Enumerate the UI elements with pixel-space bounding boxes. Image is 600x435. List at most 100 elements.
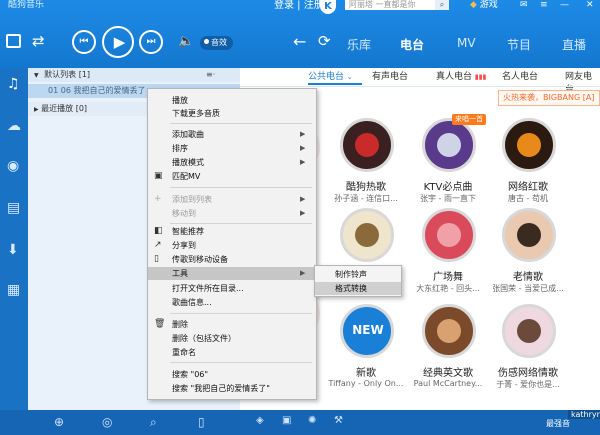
radio-card[interactable]: 酷狗热歌 孙子涵 - 连信口...: [326, 118, 406, 208]
menu-item-search-number[interactable]: 搜索 "06": [148, 368, 316, 381]
gamepad-icon: ◆: [470, 0, 477, 10]
next-button[interactable]: ⏭: [139, 30, 163, 54]
refresh-icon[interactable]: ⟳: [318, 32, 331, 50]
subtab-celebrity-radio[interactable]: 名人电台: [502, 69, 538, 82]
menu-item-delete-with-file[interactable]: 删除（包括文件）: [148, 332, 316, 345]
radio-card[interactable]: 伤感网络情歌 于菁 - 爱你也是...: [488, 304, 568, 394]
search-icon[interactable]: ⌕: [150, 415, 157, 430]
sound-effect-toggle[interactable]: 音效: [200, 36, 233, 50]
menu-item-rename[interactable]: 重命名: [148, 346, 316, 359]
menu-item-song-info[interactable]: 歌曲信息...: [148, 296, 316, 309]
radio-badge: 来唱一首: [452, 114, 486, 125]
menu-item-share-label: 分享到: [172, 241, 196, 250]
submenu-arrow-icon: ▶: [300, 209, 306, 217]
menu-icon[interactable]: ≡: [540, 0, 548, 10]
radio-card[interactable]: 广场舞 大东红艳 - 回头...: [408, 208, 488, 298]
menu-item-add-song[interactable]: 添加歌曲 ▶: [148, 128, 316, 141]
chevron-down-icon: ⌄: [346, 73, 353, 81]
status-text: 最强音: [546, 419, 570, 428]
music-note-icon[interactable]: ♫: [7, 76, 20, 92]
menu-item-add-to-list[interactable]: + 添加到列表 ▶: [148, 193, 316, 206]
menu-item-smart-recommend[interactable]: ◧ 智能推荐: [148, 225, 316, 238]
back-icon[interactable]: ←: [293, 32, 306, 51]
bottom-bar: ⊕ ◎ ⌕ ▯ ◈ ▣ ✺ ⚒ 最强音 kathryn: [0, 410, 600, 435]
submenu-arrow-icon: ▶: [300, 269, 306, 277]
menu-item-smart-recommend-label: 智能推荐: [172, 227, 204, 236]
close-icon[interactable]: ✕: [586, 0, 594, 10]
top-bar: 酷狗音乐 ⇄ ⏮ ▶ ⏭ 🔈 音效 登录 | 注册 K 阿丽塔 一直都是你 ⌕ …: [0, 0, 600, 68]
tab-programs[interactable]: 节目: [507, 36, 531, 53]
menu-separator: [170, 187, 312, 188]
menu-item-open-folder[interactable]: 打开文件所在目录...: [148, 282, 316, 295]
game-link[interactable]: ◆ 游戏: [470, 0, 498, 10]
subtab-audio-radio[interactable]: 有声电台: [372, 69, 408, 82]
search-icon[interactable]: ⌕: [435, 0, 449, 10]
menu-item-play-mode-label: 播放模式: [172, 158, 204, 167]
radio-name: 酷狗热歌: [346, 182, 386, 193]
tab-library[interactable]: 乐库: [347, 36, 371, 53]
loop-icon[interactable]: ⇄: [32, 32, 45, 50]
share-icon: ↗: [154, 240, 162, 250]
volume-icon[interactable]: 🔈: [178, 34, 194, 49]
menu-item-search-title[interactable]: 搜索 "我把自己的爱情丢了": [148, 382, 316, 395]
message-icon[interactable]: ✉: [520, 0, 528, 10]
radio-card[interactable]: 来唱一首 KTV必点曲 张宇 - 雨一直下: [408, 114, 488, 208]
tab-live[interactable]: 直播: [562, 36, 586, 53]
subtab-public-radio[interactable]: 公共电台 ⌄: [308, 69, 353, 82]
default-list-header[interactable]: ▼ 默认列表 [1] ≡·: [28, 68, 240, 82]
phone-icon[interactable]: ▯: [198, 415, 205, 429]
menu-item-play-mode[interactable]: 播放模式 ▶: [148, 156, 316, 169]
radio-subtitle: 孙子涵 - 连信口...: [334, 194, 398, 203]
menu-item-play[interactable]: 播放: [148, 94, 316, 107]
tools-icon[interactable]: ⚒: [334, 415, 343, 426]
radio-subtitle: Tiffany - Only On...: [328, 379, 404, 388]
search-input[interactable]: 阿丽塔 一直都是你: [345, 0, 435, 10]
cloud-icon[interactable]: ☁: [7, 118, 21, 134]
trash-icon: 🗑: [154, 319, 166, 329]
tab-radio[interactable]: 电台: [400, 36, 424, 53]
menu-item-move-to[interactable]: 移动到 ▶: [148, 207, 316, 220]
menu-item-share[interactable]: ↗ 分享到: [148, 239, 316, 252]
menu-item-move-to-label: 移动到: [172, 209, 196, 218]
menu-item-sort[interactable]: 排序 ▶: [148, 142, 316, 155]
menu-item-send-to-device[interactable]: ▯ 传歌到移动设备: [148, 253, 316, 266]
submenu-item-make-ringtone[interactable]: 制作铃声: [315, 268, 401, 281]
sun-icon[interactable]: ✺: [308, 415, 316, 426]
grid-icon[interactable]: ▦: [7, 282, 20, 298]
download-icon[interactable]: ⬇: [7, 242, 19, 258]
submenu-arrow-icon: ▶: [300, 144, 306, 152]
context-menu: 播放 下载更多音质 添加歌曲 ▶ 排序 ▶ 播放模式 ▶ ▣ 匹配MV + 添加到列表 ▶ …: [147, 88, 317, 400]
add-icon[interactable]: ⊕: [54, 415, 64, 429]
menu-item-tools[interactable]: 工具 ▶: [148, 267, 316, 280]
menu-item-match-mv[interactable]: ▣ 匹配MV: [148, 170, 316, 183]
radio-card[interactable]: 网络红歌 唐古 - 苟机: [488, 118, 568, 208]
radio-signal-icon[interactable]: ◉: [7, 158, 19, 174]
radio-card[interactable]: 经典英文歌 Paul McCartney...: [408, 304, 488, 394]
radio-cover: [422, 208, 476, 262]
skin-icon[interactable]: [6, 34, 21, 48]
minimize-icon[interactable]: —: [560, 0, 569, 10]
expand-arrow-icon: ▶: [34, 106, 39, 113]
submenu-item-format-convert[interactable]: 格式转换: [315, 282, 401, 295]
play-button[interactable]: ▶: [102, 26, 134, 58]
menu-separator: [170, 223, 312, 224]
menu-item-delete-label: 删除: [172, 320, 188, 329]
radio-cover: [422, 304, 476, 358]
login-link[interactable]: 登录 | 注册: [274, 0, 324, 11]
gamepad-icon[interactable]: ◈: [256, 415, 264, 426]
document-icon[interactable]: ▤: [7, 200, 20, 216]
sound-effect-label: 音效: [211, 38, 227, 47]
tab-mv[interactable]: MV: [457, 36, 476, 50]
menu-item-download-quality[interactable]: 下载更多音质: [148, 107, 316, 120]
subtab-live-radio[interactable]: 真人电台 ▮▮▮: [436, 69, 486, 82]
list-menu-icon[interactable]: ≡·: [206, 68, 215, 82]
add-icon: +: [154, 194, 162, 204]
menu-item-delete[interactable]: 🗑 删除: [148, 318, 316, 331]
excel-icon[interactable]: ▣: [282, 415, 291, 426]
radio-card[interactable]: NEW 新歌 Tiffany - Only On...: [326, 304, 406, 394]
promo-banner[interactable]: 火热来袭，BIGBANG [A]: [498, 90, 600, 106]
radio-card[interactable]: 老情歌 张国荣 - 当爱已成...: [488, 208, 568, 298]
previous-button[interactable]: ⏮: [72, 30, 96, 54]
microphone-icon: [437, 133, 461, 157]
locate-icon[interactable]: ◎: [102, 415, 112, 429]
